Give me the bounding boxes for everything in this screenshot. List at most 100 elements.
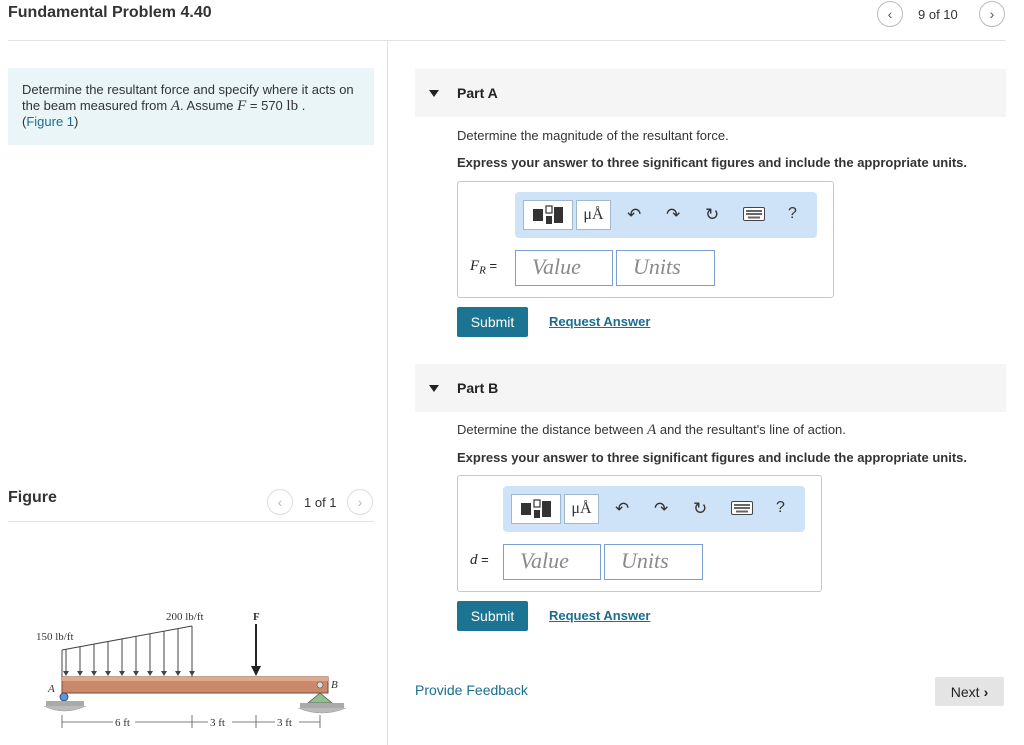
part-b-value-input[interactable]: Value <box>503 544 601 580</box>
part-b-title: Part B <box>457 380 499 396</box>
part-b-header[interactable]: Part B <box>415 364 1006 412</box>
part-b-instruction: Express your answer to three significant… <box>457 450 967 465</box>
part-a-title: Part A <box>457 85 498 101</box>
page-title: Fundamental Problem 4.40 <box>8 4 212 21</box>
load-peak-label: 200 lb/ft <box>166 611 204 623</box>
next-problem-button[interactable]: › <box>979 1 1005 27</box>
force-unit: lb <box>286 98 299 114</box>
help-icon[interactable]: ? <box>788 205 797 223</box>
figure-link[interactable]: Figure 1 <box>26 114 74 129</box>
load-left-label: 150 lb/ft <box>36 631 74 643</box>
figure-heading: Figure <box>8 489 57 506</box>
chevron-right-icon: › <box>989 6 995 22</box>
beam-diagram: F A B 150 lb/ft 200 lb/ft 6 ft 3 ft 3 ft <box>36 611 347 729</box>
next-button[interactable]: Next › <box>935 677 1004 706</box>
part-a-submit-button[interactable]: Submit <box>457 307 528 337</box>
point-a-symbol: A <box>170 98 181 114</box>
part-b-question: Determine the distance between A and the… <box>457 422 846 439</box>
part-a-instruction: Express your answer to three significant… <box>457 155 967 170</box>
fr-sub: R <box>479 264 486 277</box>
force-value: = 570 <box>246 98 287 113</box>
templates-button[interactable] <box>511 494 561 524</box>
load-arrow-head <box>133 671 139 676</box>
caret-down-icon <box>429 384 439 392</box>
part-a-answer-box: μÅ ↶ ↷ ↻ ? FR = Value Units <box>457 181 834 298</box>
d-eq: = <box>477 552 489 567</box>
problem-pager: 9 of 10 <box>918 7 958 22</box>
figure-divider <box>8 521 374 522</box>
caret-down-icon <box>429 89 439 97</box>
part-b-question-end: and the resultant's line of action. <box>656 422 846 437</box>
force-symbol: F <box>237 98 247 114</box>
figure-next-button[interactable]: › <box>347 489 373 515</box>
support-a-base <box>46 701 84 706</box>
redo-icon[interactable]: ↷ <box>654 499 668 519</box>
part-b-point-a: A <box>647 422 657 438</box>
support-b-base <box>300 703 344 708</box>
undo-icon[interactable]: ↶ <box>627 205 641 225</box>
dim-label-2: 3 ft <box>210 717 225 729</box>
support-b-ground <box>297 707 347 714</box>
part-a-answer-label: FR = <box>470 258 497 277</box>
templates-button[interactable] <box>523 200 573 230</box>
d-var: d <box>470 552 478 568</box>
load-arrow-head <box>63 671 69 676</box>
header-divider <box>8 40 1006 41</box>
load-arrows <box>63 626 195 676</box>
units-symbol-button[interactable]: μÅ <box>576 200 611 230</box>
load-arrow-head <box>175 671 181 676</box>
load-arrow-head <box>189 671 195 676</box>
fr-eq: = <box>485 258 498 273</box>
column-divider <box>387 40 388 745</box>
load-arrow-head <box>77 671 83 676</box>
force-arrow-head <box>251 666 261 676</box>
provide-feedback-link[interactable]: Provide Feedback <box>415 682 528 698</box>
part-a-units-input[interactable]: Units <box>616 250 715 286</box>
load-arrow-head <box>147 671 153 676</box>
part-a-header[interactable]: Part A <box>415 69 1006 117</box>
load-arrow-head <box>91 671 97 676</box>
next-label: Next <box>950 683 980 700</box>
help-icon[interactable]: ? <box>776 499 785 517</box>
load-arrow-head <box>105 671 111 676</box>
problem-text-end: . <box>298 98 306 113</box>
part-b-units-input[interactable]: Units <box>604 544 703 580</box>
part-a-request-answer-link[interactable]: Request Answer <box>549 314 650 329</box>
template-icon <box>521 499 551 518</box>
figure-pager: 1 of 1 <box>304 495 337 510</box>
part-b-submit-button[interactable]: Submit <box>457 601 528 631</box>
beam-highlight <box>62 677 328 681</box>
dim-label-3: 3 ft <box>277 717 292 729</box>
keyboard-icon[interactable] <box>743 206 765 226</box>
reset-icon[interactable]: ↻ <box>705 205 719 225</box>
undo-icon[interactable]: ↶ <box>615 499 629 519</box>
pin-support-a <box>59 692 69 702</box>
figure-prev-button[interactable]: ‹ <box>267 489 293 515</box>
load-arrow-head <box>161 671 167 676</box>
chevron-right-icon: › <box>357 494 363 510</box>
support-a-ground <box>43 705 87 712</box>
part-a-value-input[interactable]: Value <box>515 250 613 286</box>
support-b-pin <box>316 681 324 689</box>
part-b-answer-box: μÅ ↶ ↷ ↻ ? d = Value Units <box>457 475 822 592</box>
chevron-left-icon: ‹ <box>887 6 893 22</box>
part-a-question: Determine the magnitude of the resultant… <box>457 128 729 143</box>
point-b-label: B <box>331 679 338 691</box>
part-b-request-answer-link[interactable]: Request Answer <box>549 608 650 623</box>
load-arrow-head <box>119 671 125 676</box>
previous-problem-button[interactable]: ‹ <box>877 1 903 27</box>
template-icon <box>533 205 563 224</box>
keyboard-icon[interactable] <box>731 500 753 520</box>
reset-icon[interactable]: ↻ <box>693 499 707 519</box>
force-label: F <box>253 611 260 623</box>
part-b-answer-label: d = <box>470 552 489 569</box>
chevron-right-icon: › <box>983 683 989 700</box>
point-a-label: A <box>47 683 55 695</box>
problem-statement: Determine the resultant force and specif… <box>8 68 374 145</box>
rocker-support-b <box>306 692 334 704</box>
units-symbol-button[interactable]: μÅ <box>564 494 599 524</box>
load-top-line <box>61 625 193 651</box>
figure-paren-close: ) <box>74 114 79 129</box>
redo-icon[interactable]: ↷ <box>666 205 680 225</box>
dim-label-1: 6 ft <box>115 717 130 729</box>
